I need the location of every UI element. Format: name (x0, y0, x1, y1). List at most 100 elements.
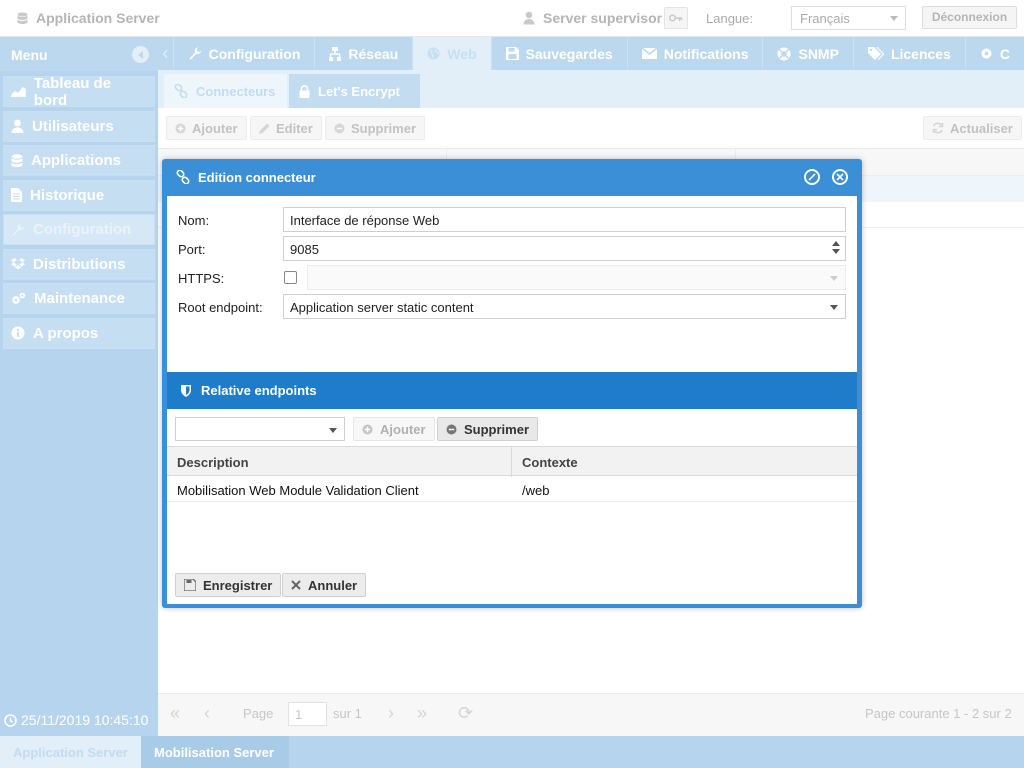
top-bar: Application Server Server supervisor Lan… (0, 0, 1024, 37)
chevron-down-icon (890, 16, 898, 21)
bottom-tab-mobilisation-server[interactable]: Mobilisation Server (141, 736, 289, 768)
sidebar-item-historique[interactable]: Historique (3, 179, 155, 211)
dialog-body: Nom: Interface de réponse Web Port: 9085… (167, 196, 857, 604)
user-icon (11, 119, 24, 133)
button-label: Supprimer (351, 120, 417, 136)
port-label: Port: (178, 242, 206, 257)
globe-icon (427, 47, 440, 60)
sidebar-item-label: A propos (33, 324, 99, 342)
plus-circle-icon (175, 123, 186, 133)
save-button[interactable]: Enregistrer (175, 573, 282, 597)
network-icon (329, 46, 342, 61)
sidebar-item-applications[interactable]: Applications (3, 145, 155, 176)
datetime-text: 25/11/2019 10:45:10 (21, 712, 149, 728)
save-icon (505, 47, 519, 60)
subtab-connecteurs[interactable]: Connecteurs (164, 74, 287, 108)
page-value: 1 (295, 707, 303, 722)
maximize-icon[interactable] (804, 169, 820, 185)
tab-reseau[interactable]: Réseau (314, 37, 412, 70)
tab-web[interactable]: Web (412, 37, 491, 70)
delete-connector-button[interactable]: Supprimer (325, 116, 426, 140)
add-connector-button[interactable]: Ajouter (166, 116, 247, 140)
cancel-button[interactable]: Annuler (282, 573, 367, 597)
https-certificate-select (307, 265, 846, 290)
collapse-left-icon[interactable] (132, 46, 149, 63)
edit-connector-button[interactable]: Editer (250, 116, 322, 140)
gears-icon (12, 292, 26, 304)
key-button[interactable] (664, 7, 688, 29)
wrench-icon (188, 46, 201, 60)
prev-page-icon[interactable]: ‹ (204, 703, 210, 724)
port-field[interactable]: 9085 (283, 236, 846, 261)
first-page-icon[interactable]: « (170, 703, 180, 724)
next-page-icon[interactable]: › (388, 703, 394, 724)
tabs-scroll-left[interactable]: ‹ (158, 37, 173, 70)
tab-label: SNMP (798, 45, 839, 62)
sidebar-item-maintenance[interactable]: Maintenance (3, 283, 155, 314)
user-icon (523, 11, 535, 25)
menu-label: Menu (11, 47, 48, 63)
cell-description: Mobilisation Web Module Validation Clien… (177, 483, 419, 498)
connectors-toolbar: Ajouter Editer Supprimer Actualiser (158, 108, 1024, 148)
page-summary: Page courante 1 - 2 sur 2 (865, 706, 1012, 721)
root-endpoint-label: Root endpoint: (178, 300, 263, 315)
tags-icon (867, 47, 884, 60)
language-label: Langue: (706, 11, 753, 26)
tab-configuration[interactable]: Configuration (172, 37, 315, 70)
sidebar-item-label: Applications (31, 152, 122, 169)
tab-label: Réseau (348, 45, 399, 62)
close-icon[interactable] (832, 169, 848, 185)
delete-endpoint-button[interactable]: Supprimer (437, 417, 539, 441)
save-icon (184, 579, 196, 591)
document-icon (11, 188, 22, 202)
button-label: Supprimer (464, 421, 530, 437)
pencil-icon (259, 123, 270, 134)
tab-sauvegardes[interactable]: Sauvegardes (490, 37, 627, 70)
sidebar-item-a-propos[interactable]: A propos (3, 317, 155, 349)
sidebar-item-label: Tableau de bord (33, 74, 112, 109)
database-icon (17, 12, 28, 24)
last-page-icon[interactable]: » (417, 703, 427, 724)
root-endpoint-select[interactable]: Application server static content (283, 294, 846, 319)
column-header-description[interactable]: Description (177, 455, 249, 470)
name-label: Nom: (178, 213, 210, 228)
button-label: Ajouter (380, 421, 426, 437)
column-header-context[interactable]: Contexte (522, 455, 578, 470)
button-label: Annuler (308, 577, 358, 593)
gear-icon (981, 48, 992, 59)
table-row[interactable]: Mobilisation Web Module Validation Clien… (167, 476, 857, 502)
datetime-display: 25/11/2019 10:45:10 (4, 712, 148, 728)
sidebar-item-distributions[interactable]: Distributions (3, 248, 155, 280)
pager: « ‹ Page 1 sur 1 › » ⟳ Page courante 1 -… (158, 693, 1024, 736)
port-value: 9085 (290, 242, 319, 257)
sidebar-item-label: Utilisateurs (32, 117, 114, 135)
add-endpoint-button[interactable]: Ajouter (353, 417, 435, 441)
tab-snmp[interactable]: SNMP (762, 37, 852, 70)
logout-button[interactable]: Déconnexion (922, 6, 1017, 29)
tab-licences[interactable]: Licences (852, 37, 965, 70)
sidebar-item-configuration[interactable]: Configuration (3, 214, 155, 245)
key-icon (669, 14, 683, 22)
tab-truncated[interactable]: C (964, 37, 1024, 70)
refresh-icon[interactable]: ⟳ (458, 703, 473, 724)
tab-notifications[interactable]: Notifications (626, 37, 763, 70)
root-endpoint-value: Application server static content (290, 300, 474, 315)
https-checkbox[interactable] (284, 271, 297, 284)
button-label: Editer (276, 120, 313, 136)
language-select[interactable]: Français (791, 6, 906, 30)
edit-connector-dialog: Edition connecteur Nom: Interface de rép… (162, 159, 862, 608)
relative-endpoint-select[interactable] (175, 417, 345, 441)
cell-context: /web (522, 483, 550, 498)
sidebar-item-label: Historique (30, 186, 105, 204)
port-stepper[interactable] (832, 241, 840, 257)
sidebar-item-utilisateurs[interactable]: Utilisateurs (3, 110, 155, 142)
refresh-button[interactable]: Actualiser (923, 116, 1022, 140)
bottom-tab-application-server[interactable]: Application Server (0, 736, 141, 768)
subtab-label: Let's Encrypt (318, 83, 400, 99)
name-field[interactable]: Interface de réponse Web (283, 207, 846, 232)
page-input[interactable]: 1 (288, 702, 327, 726)
sidebar-item-tableau-de-bord[interactable]: Tableau de bord (3, 74, 155, 109)
subtab-lets-encrypt[interactable]: Let's Encrypt (289, 74, 420, 108)
close-icon (291, 580, 301, 590)
dialog-header[interactable]: Edition connecteur (162, 159, 862, 195)
